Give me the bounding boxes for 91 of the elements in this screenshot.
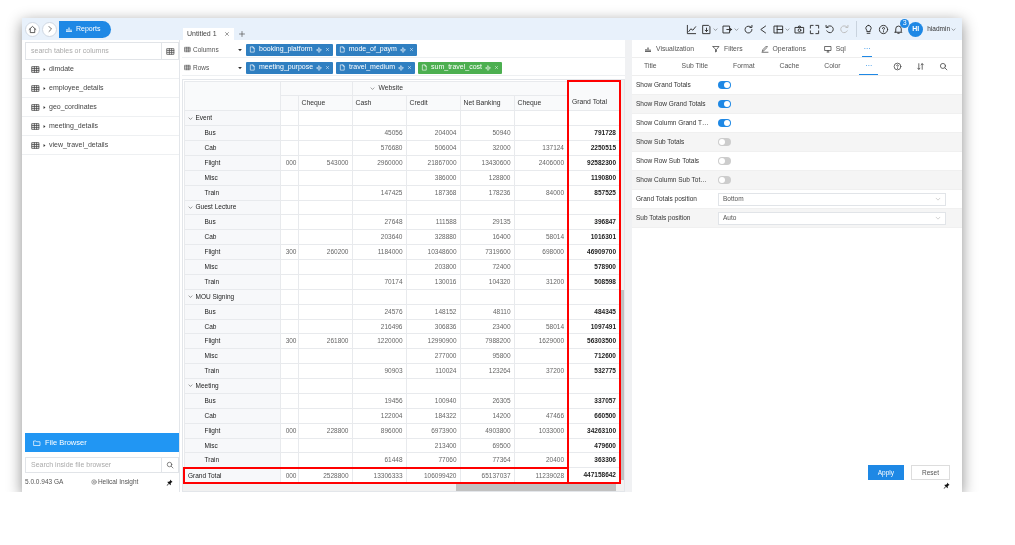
chevron-icon: [935, 196, 941, 202]
close-icon: [407, 65, 412, 70]
redo-icon: [839, 23, 851, 35]
table-icon: [31, 83, 40, 93]
layout-icon: [773, 23, 785, 35]
move-icon: [315, 46, 322, 53]
close-icon: [324, 47, 330, 52]
toggle-switch[interactable]: [718, 138, 731, 146]
document-icon: [338, 46, 346, 53]
move-icon: [485, 64, 491, 71]
save-as-button[interactable]: [722, 23, 740, 35]
chevron-icon: [187, 294, 193, 299]
move-icon: [398, 64, 404, 71]
grid-icon: [165, 46, 175, 56]
help-button[interactable]: [878, 23, 890, 35]
shelf-icon: [184, 46, 191, 53]
grid-view-button[interactable]: [162, 42, 179, 60]
toggle-switch[interactable]: [718, 119, 731, 127]
pin-icon: [166, 478, 173, 486]
table-icon: [31, 121, 40, 131]
document-icon: [249, 64, 256, 71]
bulb-button[interactable]: [863, 23, 875, 35]
caret-icon: [42, 66, 47, 72]
move-icon: [399, 46, 406, 53]
chevron-icon: [187, 115, 193, 121]
search-icon: [166, 461, 174, 469]
help-button[interactable]: [893, 62, 902, 71]
camera-icon: [794, 23, 806, 35]
search-button[interactable]: [939, 62, 948, 71]
shelf-icon: [184, 64, 191, 71]
search-icon: [939, 62, 948, 71]
toggle-switch[interactable]: [718, 100, 731, 108]
line-chart-icon: [686, 23, 698, 35]
save-as-icon: [722, 23, 734, 35]
chevron-icon: [45, 25, 54, 33]
pencil-icon: [760, 45, 769, 53]
close-icon: [325, 65, 331, 70]
refresh-button[interactable]: [743, 23, 755, 35]
close-icon: [408, 47, 414, 52]
vertical-scrollbar[interactable]: [621, 80, 624, 484]
search-button[interactable]: [162, 457, 179, 473]
horizontal-scrollbar[interactable]: [183, 484, 624, 491]
chevron-icon: [369, 85, 375, 91]
caret-icon: [42, 123, 47, 129]
fullscreen-button[interactable]: [809, 23, 821, 35]
sort-icon: [916, 62, 925, 71]
line-chart-button[interactable]: [686, 23, 698, 35]
camera-button[interactable]: [794, 23, 806, 35]
caret-icon: [951, 26, 956, 32]
caret-icon: [42, 85, 47, 91]
dropdown-caret-icon: [237, 46, 243, 53]
toggle-switch[interactable]: [718, 81, 731, 89]
refresh-icon: [743, 23, 755, 35]
sort-button[interactable]: [916, 62, 925, 71]
dropdown-caret-icon: [237, 64, 243, 71]
bar-chart-icon: [644, 45, 652, 53]
pin-icon: [943, 482, 950, 489]
filter-icon: [712, 45, 721, 53]
help-icon: [878, 23, 890, 35]
table-icon: [31, 64, 40, 74]
fullscreen-icon: [809, 23, 821, 35]
close-icon: [494, 65, 499, 70]
chevron-icon: [187, 383, 193, 389]
document-icon: [339, 64, 347, 71]
export-icon: [701, 23, 713, 35]
undo-button[interactable]: [824, 23, 836, 35]
document-icon: [249, 46, 256, 53]
bulb-icon: [863, 23, 875, 35]
export-button[interactable]: [701, 23, 719, 35]
chevron-icon: [935, 215, 941, 221]
toggle-switch[interactable]: [718, 176, 731, 184]
caret-icon: [42, 104, 47, 110]
close-icon: [223, 31, 230, 37]
folder-icon: [33, 438, 41, 447]
home-button[interactable]: [25, 21, 40, 37]
undo-icon: [824, 23, 836, 35]
layout-button[interactable]: [773, 23, 791, 35]
table-icon: [31, 140, 40, 150]
home-icon: [28, 24, 37, 34]
document-icon: [421, 64, 428, 71]
bar-chart-icon: [65, 25, 73, 33]
table-icon: [31, 102, 40, 112]
chevron-icon: [187, 204, 193, 210]
monitor-icon: [823, 45, 832, 53]
caret-icon: [42, 142, 47, 148]
toggle-switch[interactable]: [718, 157, 731, 165]
plus-icon[interactable]: [237, 30, 246, 38]
logo-icon: [90, 479, 97, 485]
move-icon: [316, 64, 323, 71]
help-icon: [893, 62, 902, 71]
bell-icon: [893, 23, 905, 35]
